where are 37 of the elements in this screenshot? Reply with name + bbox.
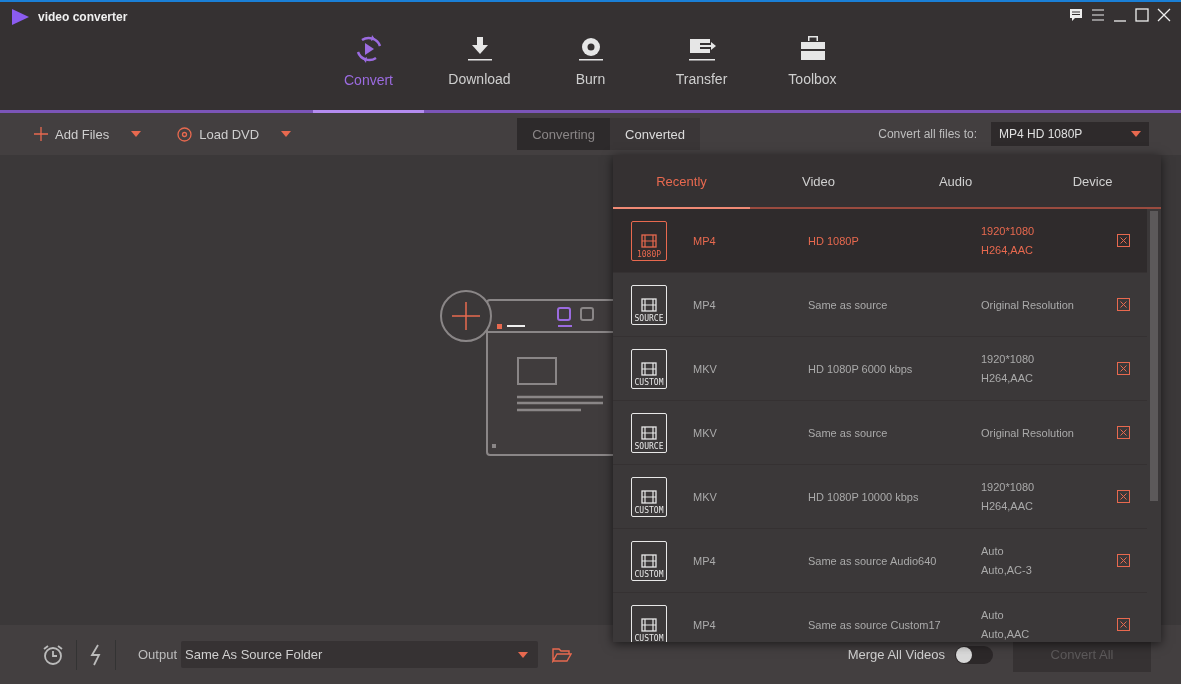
preset-detail: 1920*1080 (981, 353, 1036, 365)
video-file-icon: SOURCE (631, 412, 667, 453)
video-file-icon: 1080P (631, 220, 667, 261)
format-name: MKV (693, 426, 718, 439)
video-file-icon: CUSTOM (631, 476, 667, 517)
preset-detail: Original Resolution (981, 426, 1075, 439)
video-file-icon: SOURCE (631, 284, 667, 325)
video-file-icon: CUSTOM (631, 348, 667, 389)
video-file-icon: CUSTOM (631, 540, 667, 581)
preset-detail: Auto,AC-3 (981, 564, 1033, 576)
preset-detail: H264,AAC (981, 372, 1034, 384)
format-name: MKV (693, 362, 718, 375)
preset-name: HD 1080P (808, 234, 860, 247)
format-name: MP4 (693, 234, 717, 247)
preset-detail: 1920*1080 (981, 225, 1036, 237)
preset-detail: H264,AAC (981, 500, 1034, 512)
app-title: video converter (38, 10, 128, 24)
format-name: MP4 (693, 298, 717, 311)
preset-name: HD 1080P 10000 kbps (808, 490, 920, 503)
preset-name: Same as source (808, 426, 889, 439)
format-name: MP4 (693, 554, 717, 567)
preset-name: Same as source Custom17 (808, 618, 942, 631)
preset-detail: Original Resolution (981, 298, 1075, 311)
merge-label: Merge All Videos (847, 647, 945, 662)
video-file-icon: CUSTOM (631, 604, 667, 642)
format-name: MKV (693, 490, 718, 503)
convert-all-label: Convert all files to: (878, 127, 977, 141)
output-label: Output (138, 647, 178, 662)
preset-name: Same as source (808, 298, 889, 311)
preset-detail: Auto (981, 609, 1005, 621)
preset-detail: H264,AAC (981, 244, 1034, 256)
preset-detail: Auto (981, 545, 1005, 557)
format-name: MP4 (693, 618, 717, 631)
preset-detail: Auto,AAC (981, 628, 1031, 640)
preset-name: HD 1080P 6000 kbps (808, 362, 914, 375)
preset-detail: 1920*1080 (981, 481, 1036, 493)
preset-name: Same as source Audio640 (808, 554, 938, 567)
